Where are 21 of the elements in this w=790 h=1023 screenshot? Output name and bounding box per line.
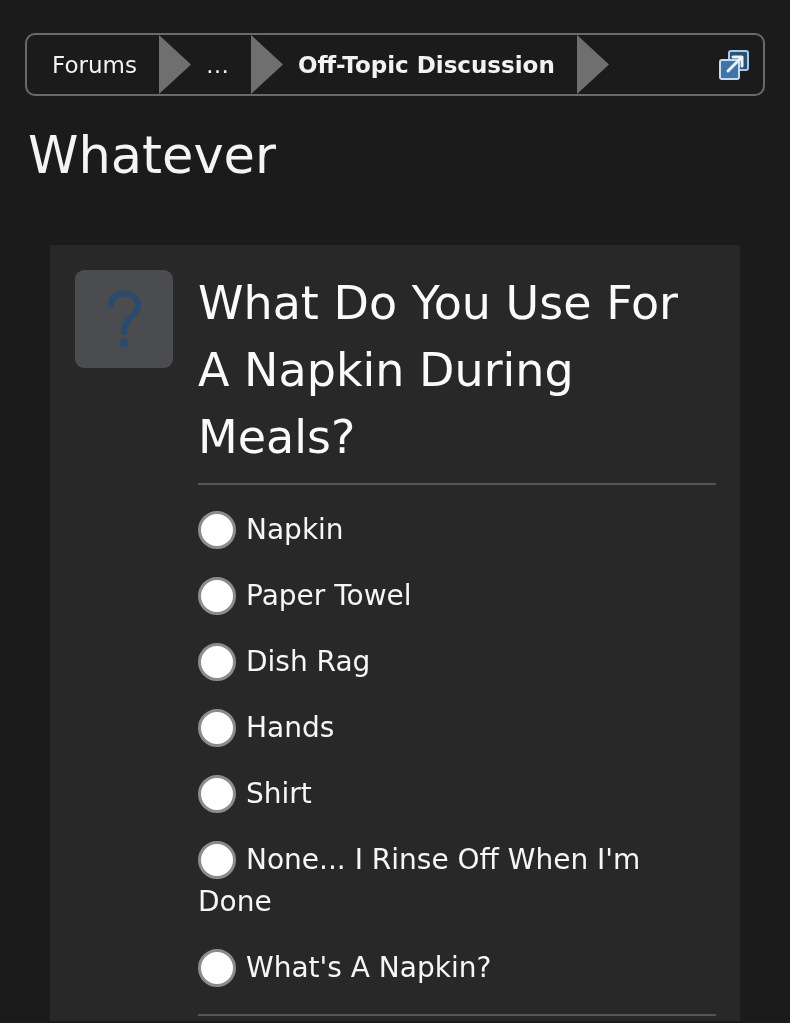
radio-button[interactable] bbox=[198, 577, 236, 615]
page-title: Whatever bbox=[28, 126, 277, 186]
radio-button[interactable] bbox=[198, 709, 236, 747]
question-icon bbox=[75, 270, 173, 368]
breadcrumb-link[interactable]: … bbox=[190, 35, 251, 94]
poll-option[interactable]: Napkin bbox=[198, 509, 344, 551]
radio-button[interactable] bbox=[198, 643, 236, 681]
poll-option[interactable]: Paper Towel bbox=[198, 575, 412, 617]
radio-button[interactable] bbox=[198, 841, 236, 879]
radio-button[interactable] bbox=[198, 511, 236, 549]
poll-option[interactable]: Hands bbox=[198, 707, 335, 749]
external-link-icon[interactable] bbox=[718, 48, 750, 81]
breadcrumb-link[interactable]: Off-Topic Discussion bbox=[282, 35, 577, 94]
poll-question: What Do You Use For A Napkin During Meals? bbox=[198, 275, 679, 466]
radio-button[interactable] bbox=[198, 775, 236, 813]
breadcrumb-link[interactable]: Forums bbox=[37, 35, 159, 94]
poll-option[interactable]: Shirt bbox=[198, 773, 312, 815]
poll-option[interactable]: Dish Rag bbox=[198, 641, 371, 683]
radio-button[interactable] bbox=[198, 949, 236, 987]
poll-option[interactable]: What's A Napkin? bbox=[198, 947, 492, 989]
poll-option[interactable]: None... I Rinse Off When I'm Done bbox=[198, 839, 716, 923]
